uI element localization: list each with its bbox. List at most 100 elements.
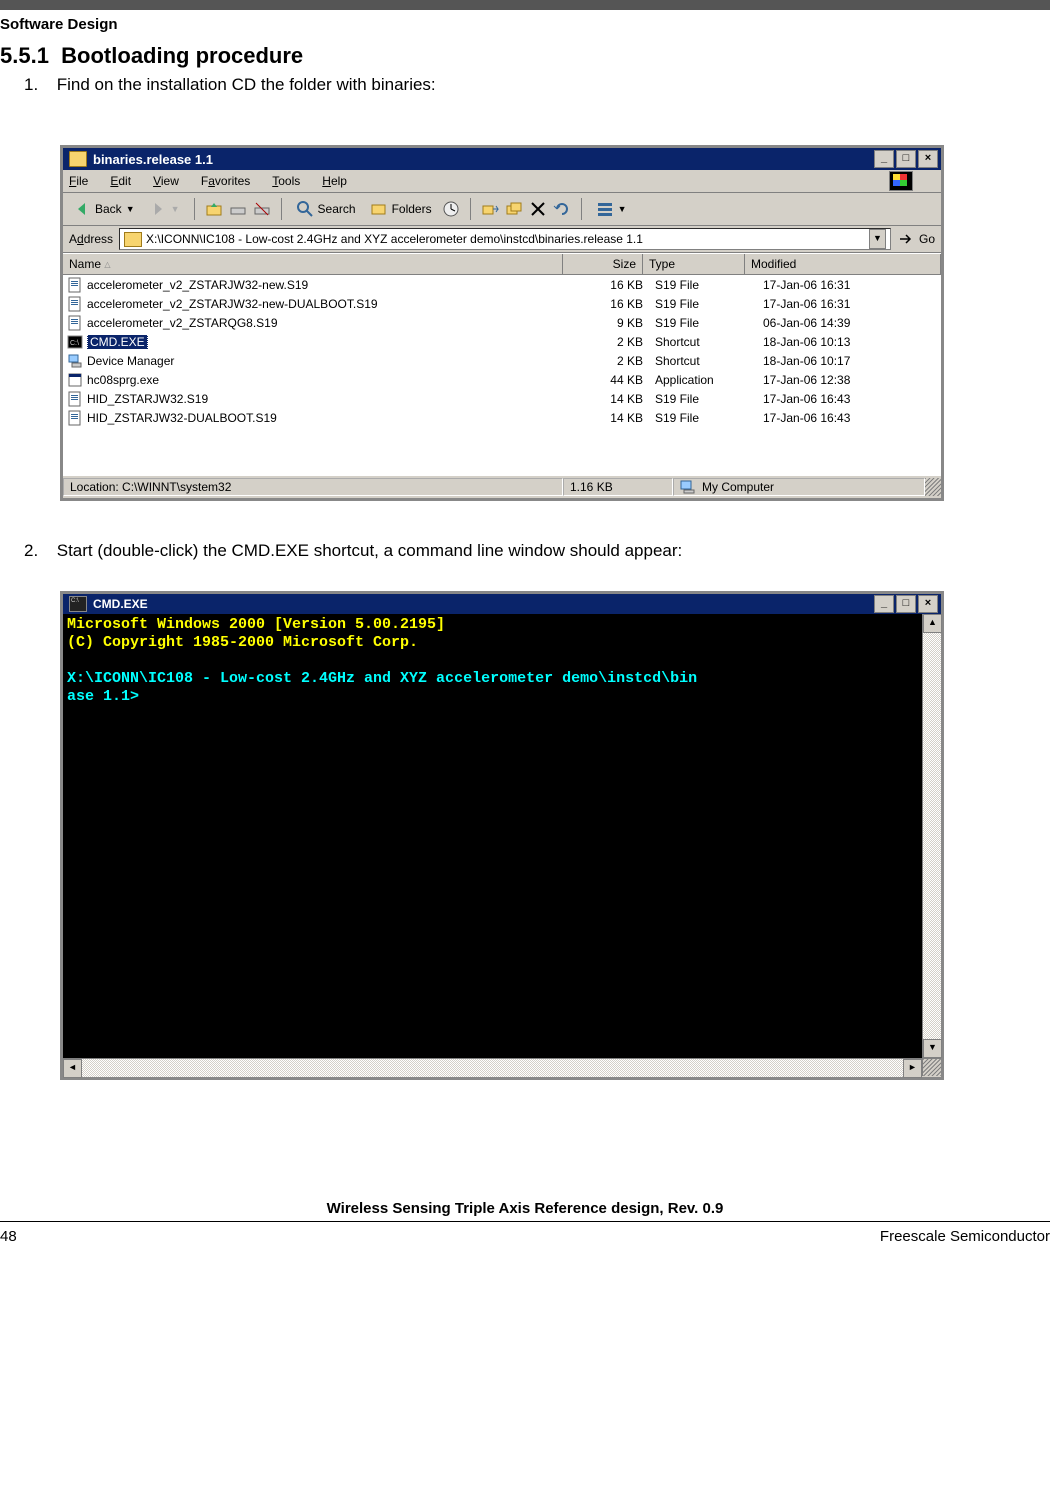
- folders-icon: [370, 200, 388, 218]
- disconnect-drive-icon[interactable]: [253, 200, 271, 218]
- section-label: Software Design: [0, 16, 1050, 33]
- file-list[interactable]: accelerometer_v2_ZSTARJW32-new.S1916 KBS…: [63, 275, 941, 475]
- delete-icon[interactable]: [529, 200, 547, 218]
- file-row[interactable]: accelerometer_v2_ZSTARJW32-new-DUALBOOT.…: [63, 294, 941, 313]
- heading-text: Bootloading procedure: [61, 43, 303, 68]
- status-size: 1.16 KB: [563, 478, 673, 496]
- file-row[interactable]: accelerometer_v2_ZSTARJW32-new.S1916 KBS…: [63, 275, 941, 294]
- column-header-modified[interactable]: Modified: [745, 254, 941, 274]
- file-name: CMD.EXE: [87, 335, 563, 349]
- menu-file[interactable]: File: [69, 174, 88, 188]
- file-icon: [67, 277, 83, 293]
- address-input[interactable]: X:\ICONN\IC108 - Low-cost 2.4GHz and XYZ…: [119, 228, 891, 250]
- explorer-window: binaries.release 1.1 _ □ × File Edit Vie…: [60, 145, 944, 501]
- file-size: 2 KB: [563, 354, 649, 368]
- column-header-name[interactable]: Name △: [63, 254, 563, 274]
- file-row[interactable]: HID_ZSTARJW32-DUALBOOT.S1914 KBS19 File1…: [63, 408, 941, 427]
- file-modified: 06-Jan-06 14:39: [757, 316, 941, 330]
- file-type: Shortcut: [649, 354, 757, 368]
- file-name: HID_ZSTARJW32-DUALBOOT.S19: [87, 411, 563, 425]
- scroll-right-icon[interactable]: ►: [903, 1059, 922, 1078]
- forward-button[interactable]: ▼: [145, 198, 184, 220]
- svg-text:C:\: C:\: [70, 340, 79, 347]
- file-size: 16 KB: [563, 278, 649, 292]
- sort-asc-icon: △: [104, 260, 110, 269]
- file-size: 14 KB: [563, 392, 649, 406]
- file-row[interactable]: Device Manager2 KBShortcut18-Jan-06 10:1…: [63, 351, 941, 370]
- address-dropdown-icon[interactable]: ▼: [869, 229, 886, 249]
- menu-view[interactable]: View: [153, 174, 179, 188]
- scroll-left-icon[interactable]: ◄: [63, 1059, 82, 1078]
- scroll-track[interactable]: [82, 1059, 903, 1077]
- scroll-up-icon[interactable]: ▲: [923, 614, 942, 633]
- resize-grip-icon[interactable]: [925, 478, 941, 496]
- folder-icon: [69, 151, 87, 167]
- search-button[interactable]: Search: [292, 198, 360, 220]
- file-type: S19 File: [649, 278, 757, 292]
- back-label: Back: [95, 202, 122, 216]
- file-row[interactable]: HID_ZSTARJW32.S1914 KBS19 File17-Jan-06 …: [63, 389, 941, 408]
- console-titlebar[interactable]: CMD.EXE _ □ ×: [63, 594, 941, 614]
- console-output[interactable]: Microsoft Windows 2000 [Version 5.00.219…: [63, 614, 922, 1058]
- file-icon: [67, 391, 83, 407]
- file-row[interactable]: C:\CMD.EXE2 KBShortcut18-Jan-06 10:13: [63, 332, 941, 351]
- file-type: Shortcut: [649, 335, 757, 349]
- file-modified: 17-Jan-06 16:43: [757, 392, 941, 406]
- views-icon: [596, 200, 614, 218]
- file-name: accelerometer_v2_ZSTARJW32-new-DUALBOOT.…: [87, 297, 563, 311]
- resize-grip-icon[interactable]: [922, 1059, 941, 1076]
- copy-to-icon[interactable]: [505, 200, 523, 218]
- file-modified: 18-Jan-06 10:13: [757, 335, 941, 349]
- menu-favorites[interactable]: Favorites: [201, 174, 250, 188]
- menu-tools[interactable]: Tools: [272, 174, 300, 188]
- vertical-scrollbar[interactable]: ▲ ▼: [922, 614, 941, 1058]
- forward-arrow-icon: [149, 200, 167, 218]
- address-label: Address: [69, 232, 113, 246]
- file-name: accelerometer_v2_ZSTARJW32-new.S19: [87, 278, 563, 292]
- undo-icon[interactable]: [553, 200, 571, 218]
- close-button[interactable]: ×: [918, 595, 938, 613]
- scroll-down-icon[interactable]: ▼: [923, 1039, 942, 1058]
- back-button[interactable]: Back ▼: [69, 198, 139, 220]
- move-to-icon[interactable]: [481, 200, 499, 218]
- explorer-addressbar: Address X:\ICONN\IC108 - Low-cost 2.4GHz…: [63, 226, 941, 253]
- console-window: CMD.EXE _ □ × Microsoft Windows 2000 [Ve…: [60, 591, 944, 1080]
- file-type: S19 File: [649, 316, 757, 330]
- windows-logo-icon: [889, 171, 913, 191]
- company-name: Freescale Semiconductor: [880, 1228, 1050, 1245]
- file-size: 14 KB: [563, 411, 649, 425]
- menu-help[interactable]: Help: [322, 174, 347, 188]
- close-button[interactable]: ×: [918, 150, 938, 168]
- file-size: 16 KB: [563, 297, 649, 311]
- address-value: X:\ICONN\IC108 - Low-cost 2.4GHz and XYZ…: [146, 232, 643, 246]
- file-modified: 17-Jan-06 16:43: [757, 411, 941, 425]
- folders-button[interactable]: Folders: [366, 198, 436, 220]
- heading: 5.5.1 Bootloading procedure: [0, 43, 1050, 69]
- file-icon: [67, 372, 83, 388]
- explorer-title: binaries.release 1.1: [93, 152, 874, 167]
- folders-label: Folders: [392, 202, 432, 216]
- minimize-button[interactable]: _: [874, 595, 894, 613]
- file-row[interactable]: accelerometer_v2_ZSTARQG8.S199 KBS19 Fil…: [63, 313, 941, 332]
- explorer-titlebar[interactable]: binaries.release 1.1 _ □ ×: [63, 148, 941, 170]
- map-drive-icon[interactable]: [229, 200, 247, 218]
- column-header-size[interactable]: Size: [563, 254, 643, 274]
- up-folder-icon[interactable]: [205, 200, 223, 218]
- file-name: Device Manager: [87, 354, 563, 368]
- scroll-track[interactable]: [923, 633, 941, 1039]
- maximize-button[interactable]: □: [896, 595, 916, 613]
- file-icon: [67, 315, 83, 331]
- maximize-button[interactable]: □: [896, 150, 916, 168]
- horizontal-scrollbar[interactable]: ◄ ►: [63, 1058, 941, 1077]
- menu-edit[interactable]: Edit: [110, 174, 131, 188]
- explorer-menubar: File Edit View Favorites Tools Help: [63, 170, 941, 193]
- minimize-button[interactable]: _: [874, 150, 894, 168]
- file-row[interactable]: hc08sprg.exe44 KBApplication17-Jan-06 12…: [63, 370, 941, 389]
- views-button[interactable]: ▼: [592, 198, 631, 220]
- go-label: Go: [919, 232, 935, 246]
- explorer-statusbar: Location: C:\WINNT\system32 1.16 KB My C…: [63, 475, 941, 498]
- go-button[interactable]: Go: [897, 230, 935, 248]
- search-label: Search: [318, 202, 356, 216]
- column-header-type[interactable]: Type: [643, 254, 745, 274]
- history-icon[interactable]: [442, 200, 460, 218]
